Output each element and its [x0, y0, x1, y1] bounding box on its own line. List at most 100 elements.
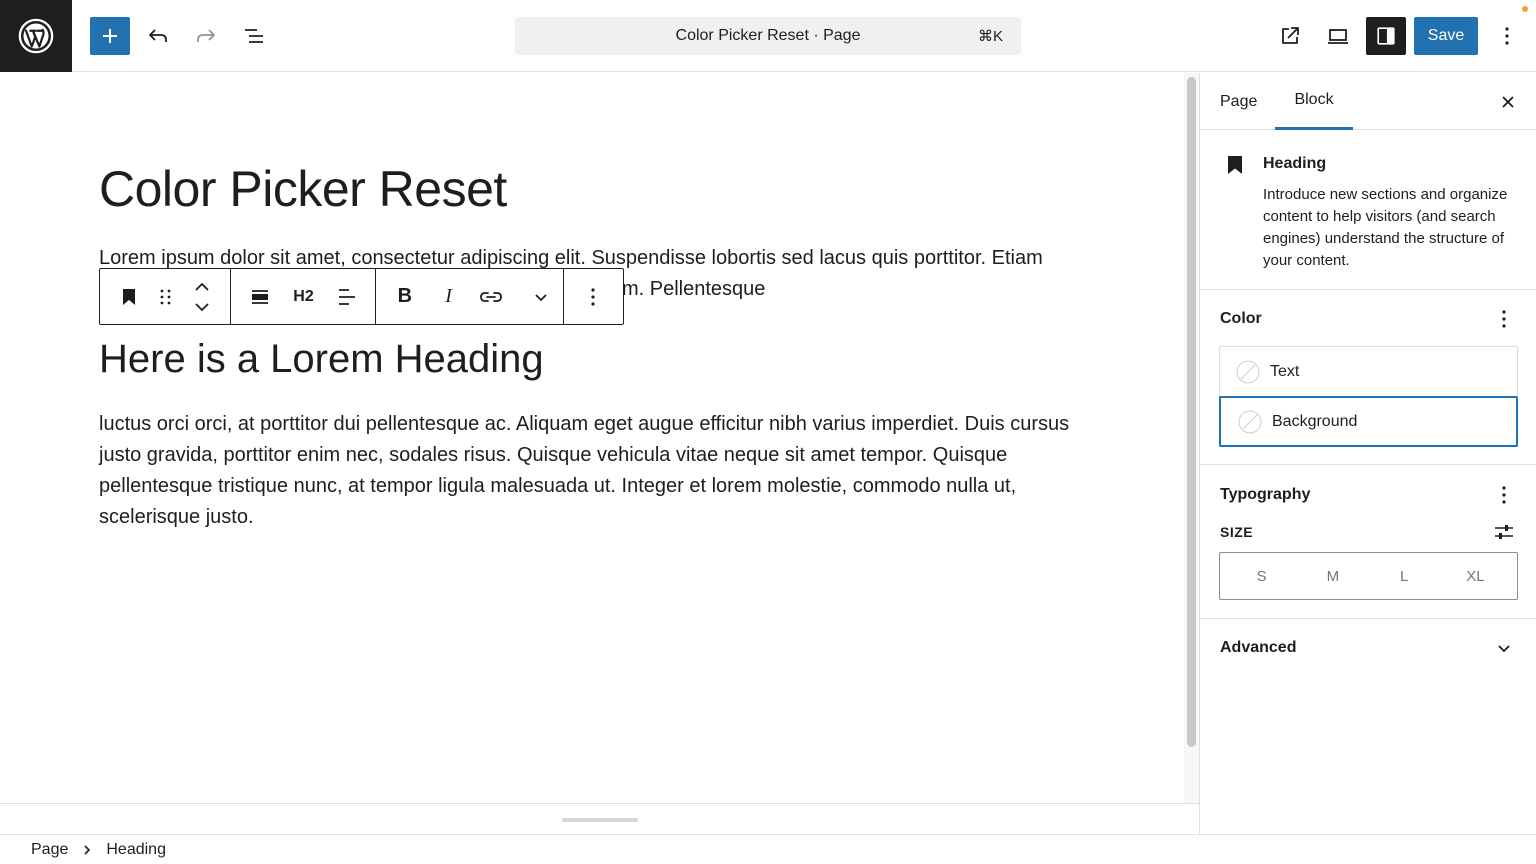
- background-color-item[interactable]: Background: [1219, 396, 1518, 447]
- typography-options-button[interactable]: [1492, 483, 1516, 507]
- text-color-item[interactable]: Text: [1220, 347, 1517, 396]
- size-option-m[interactable]: M: [1303, 568, 1363, 585]
- italic-label: I: [445, 285, 452, 307]
- advanced-toggle[interactable]: [1492, 636, 1516, 660]
- undo-button[interactable]: [138, 16, 178, 56]
- move-block-controls[interactable]: [174, 269, 230, 324]
- heading-level-button[interactable]: H2: [289, 269, 319, 324]
- size-option-l[interactable]: L: [1374, 568, 1434, 585]
- bookmark-icon: [123, 288, 135, 305]
- add-block-button[interactable]: [90, 17, 130, 55]
- advanced-panel-title: Advanced: [1220, 639, 1297, 656]
- more-vertical-icon: [1505, 27, 1509, 45]
- editor-top-bar: Color Picker Reset · Page ⌘K Save: [0, 0, 1536, 72]
- size-option-xl[interactable]: XL: [1445, 568, 1505, 585]
- more-vertical-icon: [1502, 310, 1506, 328]
- sidebar-icon: [1377, 27, 1395, 45]
- block-toolbar-group-format: B I: [376, 269, 564, 324]
- canvas-scrollbar[interactable]: [1184, 73, 1199, 803]
- chevron-up-icon[interactable]: [192, 280, 212, 294]
- text-color-label: Text: [1270, 362, 1300, 380]
- sidebar-tabs: Page Block: [1200, 73, 1536, 130]
- block-card-description: Introduce new sections and organize cont…: [1263, 186, 1508, 269]
- breadcrumb-page[interactable]: Page: [31, 841, 68, 859]
- undo-icon: [149, 29, 167, 42]
- tab-block[interactable]: Block: [1275, 73, 1353, 130]
- block-toolbar-group-options: [564, 269, 622, 324]
- heading-level-label: H2: [293, 287, 314, 305]
- bold-button[interactable]: B: [376, 269, 434, 324]
- italic-button[interactable]: I: [434, 269, 464, 324]
- block-options-button[interactable]: [564, 269, 622, 324]
- options-menu-button[interactable]: [1487, 16, 1527, 56]
- typography-panel: Typography SIZE S M L XL: [1200, 465, 1536, 619]
- redo-icon: [197, 29, 215, 42]
- paragraph-block-2[interactable]: luctus orci orci, at porttitor dui pelle…: [99, 409, 1084, 533]
- breadcrumb-heading[interactable]: Heading: [106, 841, 166, 859]
- notification-dot: [1522, 6, 1528, 12]
- document-title: Color Picker Reset · Page: [675, 27, 861, 44]
- settings-sliders-icon: [1495, 525, 1513, 539]
- link-button[interactable]: [464, 269, 520, 324]
- color-panel-title: Color: [1220, 310, 1262, 327]
- align-left-icon: [338, 288, 355, 305]
- document-bar[interactable]: Color Picker Reset · Page ⌘K: [515, 17, 1021, 55]
- breadcrumb-separator: [82, 844, 92, 856]
- block-card-title: Heading: [1263, 155, 1327, 172]
- font-size-toggle-group: S M L XL: [1219, 552, 1518, 600]
- command-shortcut: ⌘K: [977, 28, 1003, 45]
- advanced-panel[interactable]: Advanced: [1200, 619, 1536, 675]
- bold-label: B: [397, 285, 413, 307]
- more-vertical-icon: [591, 287, 595, 306]
- drag-handle[interactable]: [158, 269, 174, 324]
- scrollbar-thumb[interactable]: [1187, 77, 1196, 747]
- breadcrumb: Page Heading: [0, 834, 1536, 864]
- block-card: Heading Introduce new sections and organ…: [1200, 130, 1536, 290]
- color-list: Text Background: [1219, 346, 1518, 447]
- view-page-button[interactable]: [1270, 16, 1310, 56]
- external-link-icon: [1282, 27, 1299, 44]
- size-option-s[interactable]: S: [1232, 568, 1292, 585]
- empty-swatch-icon: [1236, 360, 1260, 383]
- drag-handle-icon: [160, 289, 171, 304]
- plus-icon: [103, 29, 117, 43]
- settings-toggle-button[interactable]: [1366, 17, 1406, 55]
- document-overview-button[interactable]: [234, 16, 274, 56]
- tab-page[interactable]: Page: [1220, 73, 1257, 130]
- resize-handle[interactable]: [562, 818, 638, 822]
- chevron-down-icon[interactable]: [192, 300, 212, 314]
- heading-block[interactable]: Here is a Lorem Heading: [99, 337, 544, 382]
- list-view-icon: [245, 29, 263, 43]
- custom-size-button[interactable]: [1492, 520, 1516, 544]
- background-color-label: Background: [1272, 412, 1358, 430]
- wordpress-logo-button[interactable]: [0, 0, 72, 72]
- canvas-resize-strip: [0, 803, 1199, 834]
- block-toolbar-group-block: H2: [231, 269, 376, 324]
- text-align-button[interactable]: [318, 269, 375, 324]
- close-icon: [1502, 96, 1514, 108]
- block-type-switcher[interactable]: [100, 269, 158, 324]
- desktop-icon: [1328, 29, 1348, 44]
- more-vertical-icon: [1502, 486, 1506, 504]
- close-sidebar-button[interactable]: [1496, 90, 1520, 114]
- font-size-label: SIZE: [1220, 524, 1254, 540]
- block-toolbar-group-parent: [100, 269, 231, 324]
- redo-button[interactable]: [186, 16, 226, 56]
- bookmark-icon: [1228, 156, 1242, 174]
- color-panel: Color Text Background: [1200, 290, 1536, 465]
- align-wide-icon: [251, 289, 268, 304]
- chevron-down-icon: [1498, 645, 1510, 653]
- wordpress-icon: [18, 18, 54, 54]
- typography-panel-title: Typography: [1220, 486, 1311, 503]
- align-button[interactable]: [231, 269, 289, 324]
- preview-device-button[interactable]: [1318, 16, 1358, 56]
- post-title[interactable]: Color Picker Reset: [99, 160, 507, 218]
- block-toolbar: H2 B I: [99, 268, 624, 325]
- empty-swatch-icon: [1238, 410, 1262, 433]
- color-options-button[interactable]: [1492, 307, 1516, 331]
- save-button[interactable]: Save: [1414, 17, 1478, 55]
- chevron-right-icon: [84, 844, 91, 855]
- more-formatting-button[interactable]: [519, 269, 563, 324]
- link-icon: [480, 291, 503, 302]
- chevron-down-icon: [535, 293, 547, 301]
